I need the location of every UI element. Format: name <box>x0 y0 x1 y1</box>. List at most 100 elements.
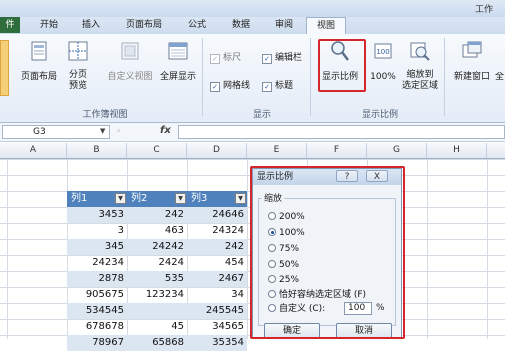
table-cell[interactable]: 34565 <box>187 319 244 335</box>
table-cell[interactable]: 65868 <box>127 335 184 351</box>
table-cell[interactable]: 78967 <box>67 335 124 351</box>
zoom-selection-icon <box>410 42 430 61</box>
name-box-dropdown-icon[interactable]: ▼ <box>100 127 105 135</box>
table-cell[interactable]: 345 <box>67 239 124 255</box>
page-layout-view-button[interactable]: 页面布局 <box>18 40 60 102</box>
zoom-to-selection-label: 缩放到 选定区域 <box>401 70 438 91</box>
zoom-button-highlight <box>318 39 366 92</box>
tab-review[interactable]: 审阅 <box>275 17 293 33</box>
custom-views-label: 自定义视图 <box>107 72 153 82</box>
check-icon: ✓ <box>210 54 220 64</box>
full-screen-button[interactable]: 全屏显示 <box>156 40 200 102</box>
name-box[interactable]: G3 <box>2 125 110 139</box>
column-header-e[interactable]: E <box>247 143 307 158</box>
table-cell[interactable] <box>127 303 184 319</box>
table-cell[interactable]: 2878 <box>67 271 124 287</box>
check-icon: ✓ <box>262 82 272 92</box>
full-screen-label: 全屏显示 <box>159 72 196 82</box>
table-cell[interactable]: 24646 <box>187 207 244 223</box>
table-cell[interactable]: 34 <box>187 287 244 303</box>
column-header-d[interactable]: D <box>187 143 247 158</box>
table-cell[interactable]: 242 <box>127 207 184 223</box>
column-header-a[interactable]: A <box>0 143 67 158</box>
table-cell[interactable]: 123234 <box>127 287 184 303</box>
page-layout-view-label: 页面布局 <box>20 72 57 82</box>
table-cell[interactable]: 24324 <box>187 223 244 239</box>
table-cell[interactable]: 463 <box>127 223 184 239</box>
tab-file[interactable]: 件 <box>0 17 20 33</box>
page-break-icon <box>68 41 88 61</box>
filter-dropdown-icon[interactable]: ▼ <box>175 193 186 204</box>
table-header-label: 列2 <box>131 193 148 204</box>
svg-text:100: 100 <box>376 48 389 56</box>
table-cell[interactable]: 242 <box>187 239 244 255</box>
zoom-100-icon: 100 <box>374 43 392 59</box>
table-cell[interactable]: 245545 <box>187 303 244 319</box>
headings-checkbox[interactable]: ✓ 标题 <box>262 80 293 92</box>
filter-dropdown-icon[interactable]: ▼ <box>115 193 126 204</box>
table-cell[interactable]: 35354 <box>187 335 244 351</box>
column-header-b[interactable]: B <box>67 143 127 158</box>
check-icon: ✓ <box>210 82 220 92</box>
ribbon-tab-strip <box>0 17 505 34</box>
arrange-all-label: 全 <box>494 72 504 82</box>
zoom-group-label: 显示比例 <box>361 110 398 120</box>
tab-data[interactable]: 数据 <box>232 17 250 33</box>
table-cell[interactable]: 45 <box>127 319 184 335</box>
table-cell[interactable]: 2424 <box>127 255 184 271</box>
window-title: 工作 <box>475 5 494 15</box>
table-header-label: 列1 <box>71 193 88 204</box>
column-header-f[interactable]: F <box>307 143 367 158</box>
tab-view[interactable]: 视图 <box>306 17 346 35</box>
normal-view-button-partial[interactable] <box>0 40 9 96</box>
ruler-label: 标尺 <box>223 53 242 63</box>
page-break-preview-label: 分页 预览 <box>68 70 87 91</box>
table-cell[interactable]: 454 <box>187 255 244 271</box>
insert-function-icon[interactable]: fx <box>160 125 171 136</box>
custom-views-icon <box>121 42 139 60</box>
zoom-100-button[interactable]: 100 100% <box>368 40 398 92</box>
table-cell[interactable]: 24234 <box>67 255 124 271</box>
group-separator <box>444 38 445 116</box>
formula-input[interactable] <box>178 125 505 139</box>
table-cell[interactable]: 2467 <box>187 271 244 287</box>
table-cell[interactable]: 3 <box>67 223 124 239</box>
table-cell[interactable]: 535 <box>127 271 184 287</box>
table-cell[interactable]: 3453 <box>67 207 124 223</box>
table-header-cell[interactable]: 列3 ▼ <box>187 191 247 207</box>
table-cell[interactable]: 905675 <box>67 287 124 303</box>
tab-page-layout[interactable]: 页面布局 <box>126 17 162 33</box>
column-header-g[interactable]: G <box>367 143 427 158</box>
page-break-preview-button[interactable]: 分页 预览 <box>62 40 94 102</box>
table-header-cell[interactable]: 列1 ▼ <box>67 191 127 207</box>
group-separator <box>202 38 203 116</box>
check-icon: ✓ <box>262 54 272 64</box>
page-layout-icon <box>31 41 47 61</box>
formula-bar-checkbox[interactable]: ✓ 编辑栏 <box>262 52 302 64</box>
table-header-label: 列3 <box>191 193 208 204</box>
column-header-h[interactable]: H <box>427 143 487 158</box>
workbook-views-group-label: 工作簿视图 <box>82 110 128 120</box>
arrange-all-button[interactable]: 全 <box>494 72 505 86</box>
tab-insert[interactable]: 插入 <box>82 17 100 33</box>
table-cell[interactable]: 678678 <box>67 319 124 335</box>
custom-views-button[interactable]: 自定义视图 <box>104 40 156 102</box>
table-cell[interactable]: 534545 <box>67 303 124 319</box>
title-bar <box>0 0 505 18</box>
gridlines-label: 网格线 <box>223 81 251 91</box>
headings-label: 标题 <box>275 81 294 91</box>
new-window-icon <box>462 41 482 58</box>
table-cell[interactable]: 24242 <box>127 239 184 255</box>
zoom-100-label: 100% <box>370 72 396 82</box>
tab-home[interactable]: 开始 <box>40 17 58 33</box>
new-window-label: 新建窗口 <box>453 72 490 82</box>
zoom-to-selection-button[interactable]: 缩放到 选定区域 <box>398 40 442 102</box>
table-header-cell[interactable]: 列2 ▼ <box>127 191 187 207</box>
new-window-button[interactable]: 新建窗口 <box>450 40 494 92</box>
column-header-c[interactable]: C <box>127 143 187 158</box>
ruler-checkbox[interactable]: ✓ 标尺 <box>210 52 241 64</box>
show-group-label: 显示 <box>252 110 271 120</box>
gridlines-checkbox[interactable]: ✓ 网格线 <box>210 80 250 92</box>
filter-dropdown-icon[interactable]: ▼ <box>235 193 246 204</box>
tab-formulas[interactable]: 公式 <box>188 17 206 33</box>
